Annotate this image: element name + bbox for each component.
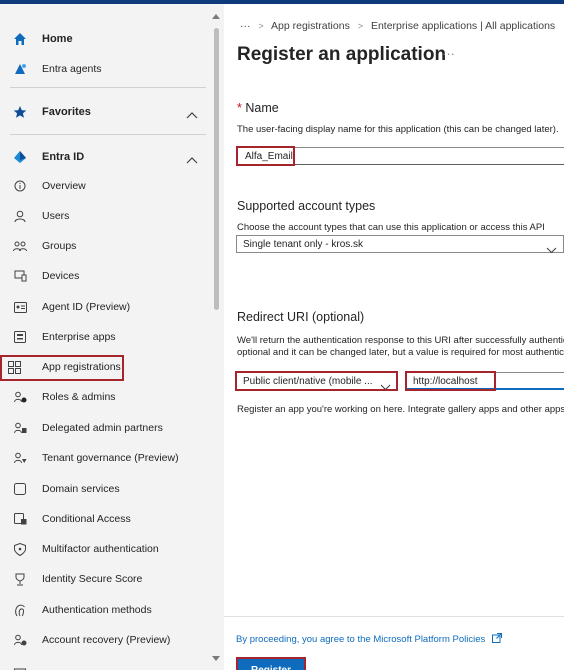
breadcrumb-more-button[interactable]: ···: [240, 20, 251, 32]
conditional-access-icon: [12, 511, 28, 527]
platform-policies-link-text: By proceeding, you agree to the Microsof…: [236, 634, 486, 646]
sidebar-item-label: Account recovery (Preview): [42, 634, 171, 646]
sidebar-item-tenant-governance[interactable]: Tenant governance (Preview): [0, 444, 210, 472]
account-types-help-text: Choose the account types that can use th…: [237, 222, 545, 233]
sidebar-item-overview[interactable]: Overview: [0, 172, 210, 200]
partners-icon: [12, 420, 28, 436]
name-label: * Name: [237, 101, 279, 115]
chevron-right-icon: >: [258, 21, 264, 31]
footer-divider: [224, 616, 564, 617]
highlight-register-button: [236, 657, 306, 670]
info-icon: [12, 178, 28, 194]
sidebar-item-multifactor-authentication[interactable]: Multifactor authentication: [0, 535, 210, 563]
chevron-up-icon[interactable]: [186, 106, 198, 124]
user-icon: [12, 208, 28, 224]
chevron-down-icon: [546, 241, 557, 259]
sidebar-item-domain-services[interactable]: Domain services: [0, 475, 210, 503]
sidebar-item-label: Entra ID: [42, 151, 85, 163]
sidebar-item-conditional-access[interactable]: Conditional Access: [0, 505, 210, 533]
main-panel: ··· > App registrations > Enterprise app…: [224, 4, 564, 670]
highlight-redirect-uri: [405, 371, 496, 391]
account-recovery-icon: [12, 632, 28, 648]
scroll-up-arrow-icon[interactable]: [212, 14, 220, 19]
highlight-app-registrations: [0, 355, 124, 381]
sidebar-item-label: Overview: [42, 180, 86, 192]
chevron-up-icon[interactable]: [186, 151, 198, 169]
highlight-platform-select: [235, 371, 398, 391]
sidebar-scrollbar-thumb[interactable]: [214, 28, 219, 310]
name-help-text: The user-facing display name for this ap…: [237, 124, 559, 135]
sidebar-item-favorites[interactable]: Favorites: [0, 98, 210, 126]
redirect-help-text-2: optional and it can be changed later, bu…: [237, 347, 564, 358]
scroll-down-arrow-icon[interactable]: [212, 656, 220, 661]
agent-id-icon: [12, 299, 28, 315]
entra-icon: [12, 149, 28, 165]
sidebar-item-label: Entra agents: [42, 63, 102, 75]
sidebar-item-label: Authentication methods: [42, 604, 152, 616]
breadcrumb-enterprise-applications[interactable]: Enterprise applications | All applicatio…: [371, 20, 555, 32]
account-types-label: Supported account types: [237, 199, 376, 213]
breadcrumb-app-registrations[interactable]: App registrations: [271, 20, 350, 32]
account-types-selected: Single tenant only - kros.sk: [243, 239, 364, 250]
sidebar-item-label: Conditional Access: [42, 513, 131, 525]
enterprise-apps-icon: [12, 329, 28, 345]
sidebar-item-label: Groups: [42, 240, 77, 252]
mfa-icon: [12, 541, 28, 557]
page-title: Register an application: [237, 44, 447, 65]
domain-icon: [12, 481, 28, 497]
agents-icon: [12, 61, 28, 77]
auth-methods-icon: [12, 602, 28, 618]
redirect-uri-label: Redirect URI (optional): [237, 310, 365, 324]
sidebar-item-entra-agents[interactable]: Entra agents: [0, 55, 210, 83]
sidebar-item-more[interactable]: [0, 656, 210, 670]
sidebar-item-devices[interactable]: Devices: [0, 262, 210, 290]
sidebar-item-label: Domain services: [42, 483, 120, 495]
partial-icon: [12, 662, 28, 670]
sidebar-item-roles-admins[interactable]: Roles & admins: [0, 383, 210, 411]
redirect-help-text-1: We'll return the authentication response…: [237, 335, 564, 346]
platform-policies-link[interactable]: By proceeding, you agree to the Microsof…: [236, 633, 502, 646]
sidebar: Home Entra agents Favorites Entra ID Ove…: [0, 4, 210, 670]
sidebar-item-label: Delegated admin partners: [42, 422, 163, 434]
sidebar-item-home[interactable]: Home: [0, 25, 210, 53]
sidebar-item-enterprise-apps[interactable]: Enterprise apps: [0, 323, 210, 351]
external-link-icon: [491, 633, 502, 646]
sidebar-item-groups[interactable]: Groups: [0, 232, 210, 260]
sidebar-item-agent-id[interactable]: Agent ID (Preview): [0, 293, 210, 321]
devices-icon: [12, 268, 28, 284]
highlight-name-value: [236, 146, 295, 166]
sidebar-item-label: Devices: [42, 270, 80, 282]
chevron-right-icon: >: [357, 21, 364, 31]
sidebar-item-label: Users: [42, 210, 70, 222]
groups-icon: [12, 238, 28, 254]
sidebar-item-label: Favorites: [42, 106, 91, 118]
sidebar-item-entra-id[interactable]: Entra ID: [0, 143, 210, 171]
sidebar-item-account-recovery[interactable]: Account recovery (Preview): [0, 626, 210, 654]
required-mark: *: [237, 101, 242, 115]
roles-icon: [12, 389, 28, 405]
breadcrumb: ··· > App registrations > Enterprise app…: [240, 20, 555, 32]
sidebar-item-identity-secure-score[interactable]: Identity Secure Score: [0, 565, 210, 593]
sidebar-item-label: Tenant governance (Preview): [42, 452, 179, 464]
home-icon: [12, 31, 28, 47]
sidebar-item-label: Agent ID (Preview): [42, 301, 131, 313]
sidebar-item-label: Enterprise apps: [42, 331, 116, 343]
account-types-select[interactable]: Single tenant only - kros.sk: [236, 235, 564, 254]
governance-icon: [12, 450, 28, 466]
sidebar-item-label: Identity Secure Score: [42, 573, 143, 585]
more-options-button[interactable]: ···: [442, 46, 455, 61]
sidebar-item-delegated-admin-partners[interactable]: Delegated admin partners: [0, 414, 210, 442]
sidebar-item-authentication-methods[interactable]: Authentication methods: [0, 596, 210, 624]
sidebar-item-users[interactable]: Users: [0, 202, 210, 230]
sidebar-item-label: Home: [42, 33, 73, 45]
star-icon: [12, 104, 28, 120]
redirect-note-text: Register an app you're working on here. …: [237, 404, 564, 415]
sidebar-item-label: Roles & admins: [42, 391, 116, 403]
secure-score-icon: [12, 571, 28, 587]
name-label-text: Name: [245, 101, 279, 115]
sidebar-item-label: Multifactor authentication: [42, 543, 159, 555]
sidebar-divider: [10, 87, 206, 88]
sidebar-divider: [10, 134, 206, 135]
